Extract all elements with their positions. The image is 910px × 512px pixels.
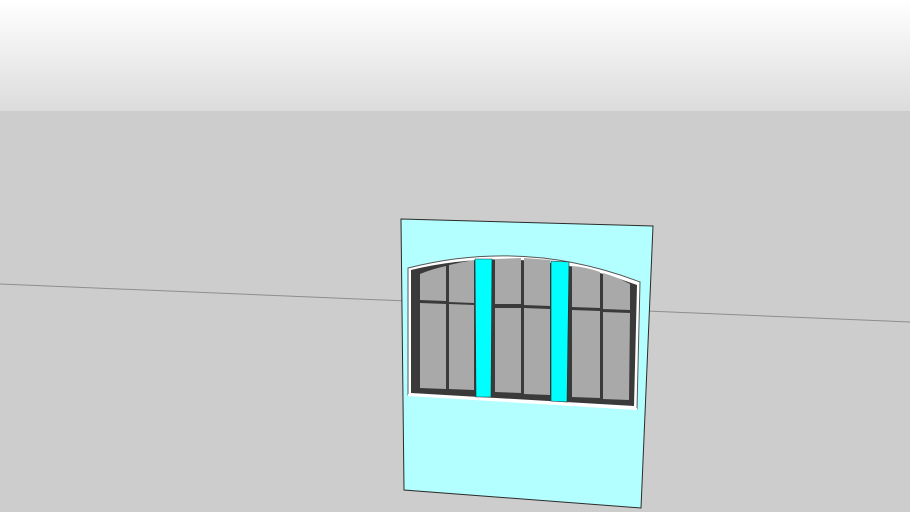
glass-pane bbox=[524, 308, 550, 395]
glass-pane bbox=[420, 303, 446, 389]
mullion-bar-right[interactable] bbox=[550, 260, 570, 403]
glass-pane bbox=[524, 258, 550, 306]
glass-pane bbox=[572, 266, 600, 308]
sky bbox=[0, 0, 910, 111]
glass-pane bbox=[495, 258, 521, 304]
arched-window[interactable] bbox=[407, 255, 641, 410]
mullion-bar-left[interactable] bbox=[474, 258, 493, 398]
glass-pane bbox=[449, 260, 474, 303]
glass-pane bbox=[572, 310, 600, 398]
3d-viewport[interactable] bbox=[0, 0, 910, 512]
glass-pane bbox=[495, 308, 521, 393]
glass-pane bbox=[449, 304, 474, 390]
glass-pane bbox=[603, 312, 630, 400]
wall-model[interactable] bbox=[400, 218, 654, 509]
